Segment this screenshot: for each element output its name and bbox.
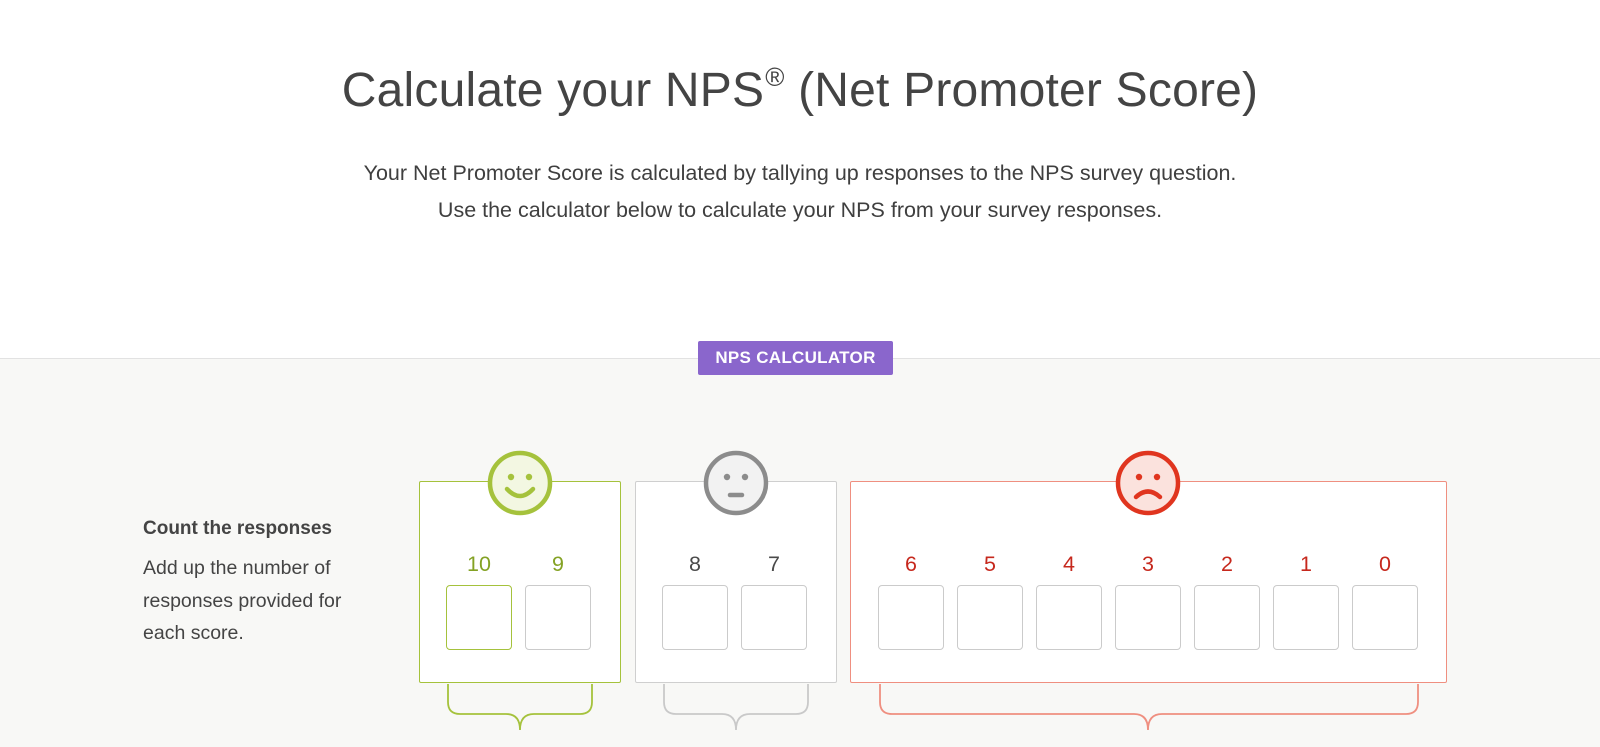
score-label-8: 8 <box>689 552 701 576</box>
score-1-input[interactable] <box>1273 585 1339 650</box>
intro-line-1: Your Net Promoter Score is calculated by… <box>363 161 1237 185</box>
score-4-input[interactable] <box>1036 585 1102 650</box>
passives-brace <box>663 684 809 731</box>
score-7-input[interactable] <box>741 585 807 650</box>
promoters-brace <box>447 684 593 731</box>
page-title-text: Calculate your NPS <box>341 64 765 117</box>
neutral-face-icon <box>703 450 769 516</box>
score-label-4: 4 <box>1063 552 1075 576</box>
score-10-input[interactable] <box>446 585 512 650</box>
nps-calculator-badge: NPS CALCULATOR <box>698 341 893 375</box>
score-2-input[interactable] <box>1194 585 1260 650</box>
score-label-10: 10 <box>467 552 491 576</box>
step-title: Count the responses <box>143 518 332 539</box>
score-label-3: 3 <box>1142 552 1154 576</box>
score-3-input[interactable] <box>1115 585 1181 650</box>
score-label-9: 9 <box>552 552 564 576</box>
score-5-input[interactable] <box>957 585 1023 650</box>
sad-face-icon <box>1115 450 1181 516</box>
score-8-input[interactable] <box>662 585 728 650</box>
score-label-7: 7 <box>768 552 780 576</box>
page-title: Calculate your NPS® (Net Promoter Score) <box>0 62 1600 118</box>
intro-line-2: Use the calculator below to calculate yo… <box>437 198 1163 222</box>
registered-mark: ® <box>765 62 785 92</box>
score-label-2: 2 <box>1221 552 1233 576</box>
happy-face-icon <box>487 450 553 516</box>
score-label-0: 0 <box>1379 552 1391 576</box>
page-title-suffix: (Net Promoter Score) <box>784 64 1259 117</box>
hero-section: Calculate your NPS® (Net Promoter Score)… <box>0 0 1600 358</box>
step-description: Add up the number of responses provided … <box>143 557 342 644</box>
detractors-brace <box>879 684 1419 731</box>
score-6-input[interactable] <box>878 585 944 650</box>
score-label-1: 1 <box>1300 552 1312 576</box>
score-label-6: 6 <box>905 552 917 576</box>
score-label-5: 5 <box>984 552 996 576</box>
score-9-input[interactable] <box>525 585 591 650</box>
score-0-input[interactable] <box>1352 585 1418 650</box>
